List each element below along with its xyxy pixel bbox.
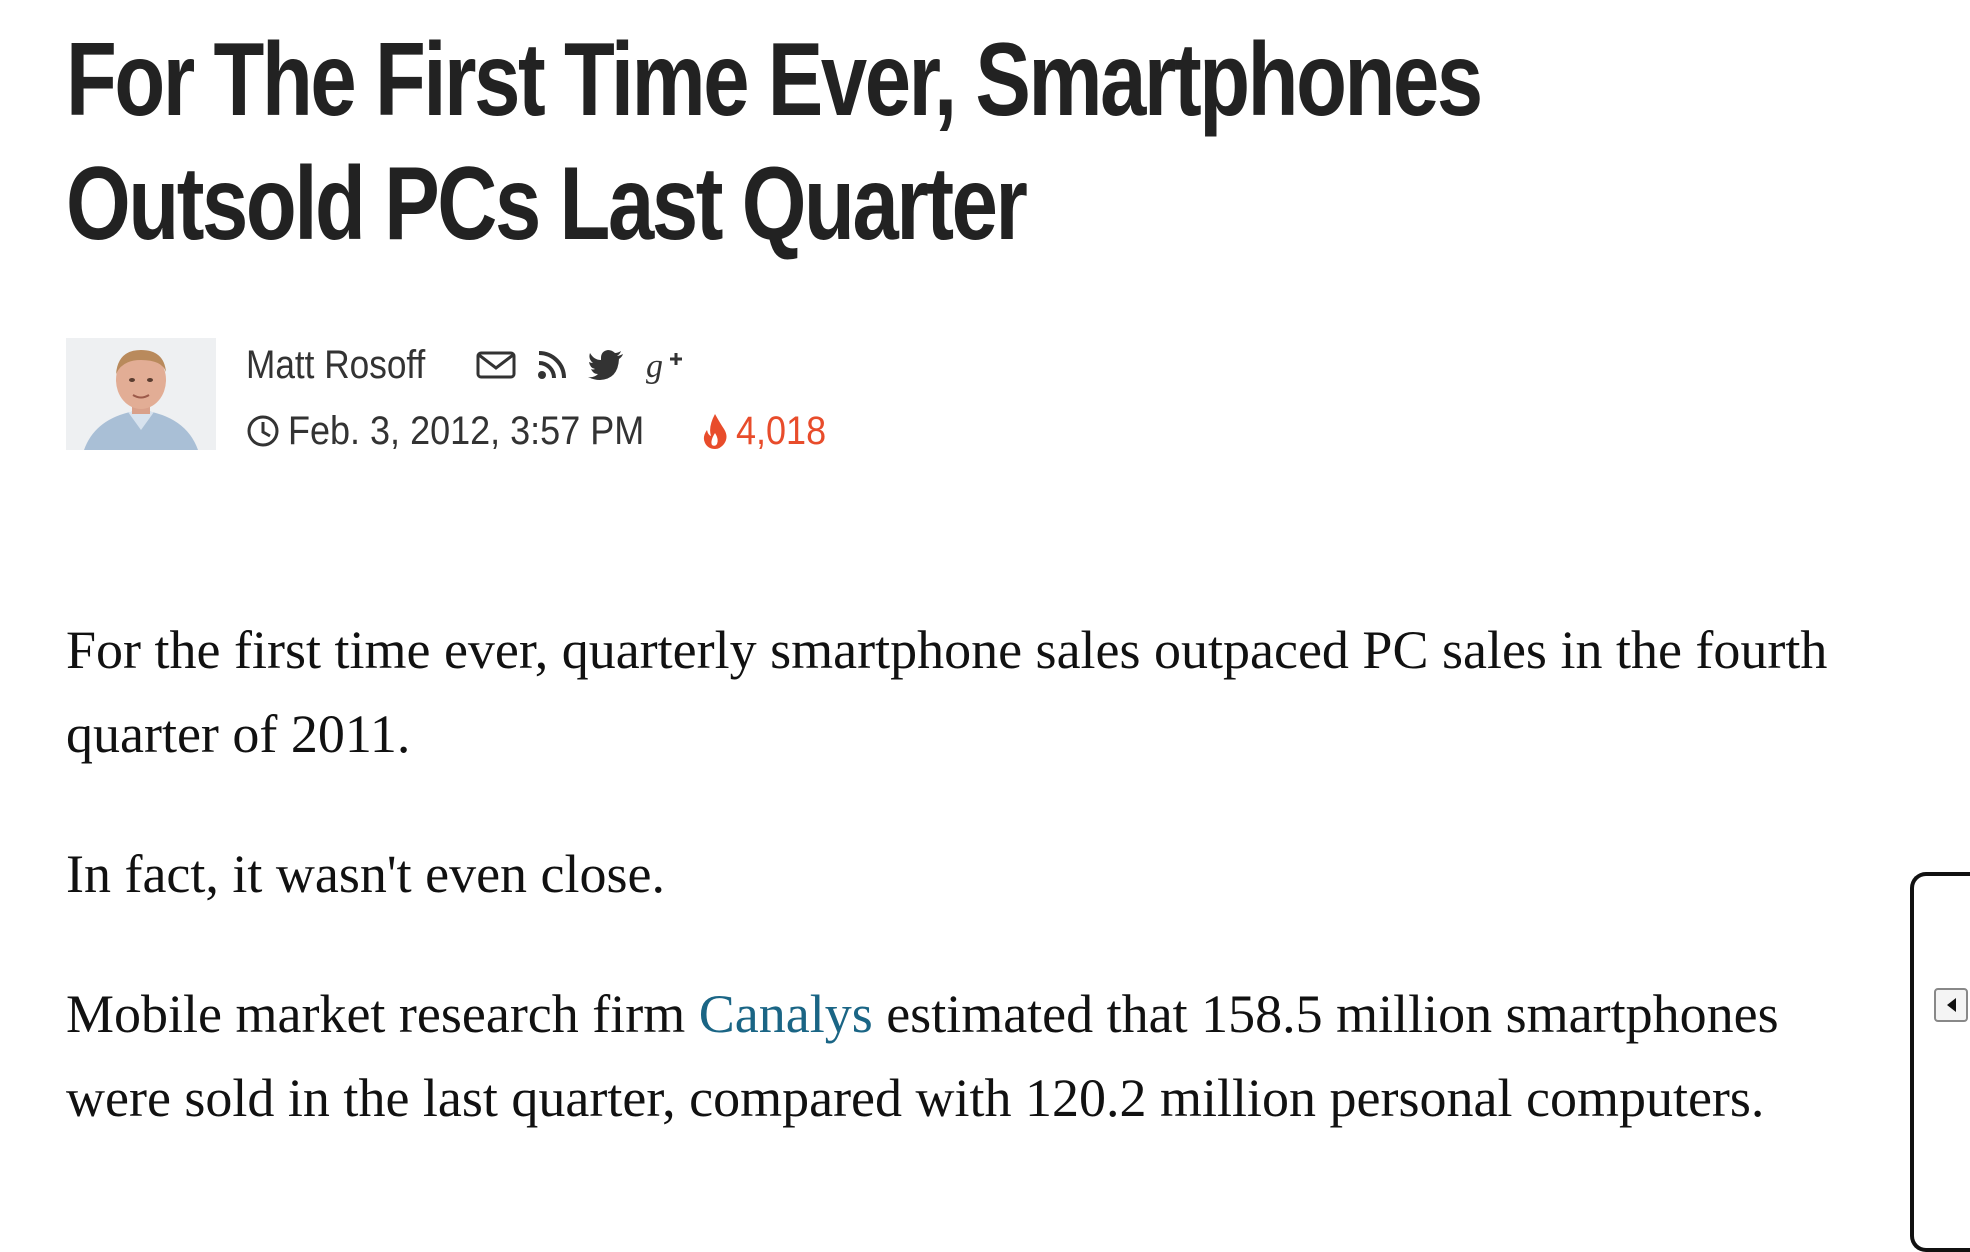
canalys-link[interactable]: Canalys bbox=[699, 984, 873, 1044]
article-body: For the first time ever, quarterly smart… bbox=[66, 608, 1896, 1140]
google-plus-icon[interactable]: g bbox=[644, 345, 684, 385]
paragraph-1: For the first time ever, quarterly smart… bbox=[66, 620, 1828, 764]
author-social-links: g bbox=[476, 345, 684, 385]
view-count: 4,018 bbox=[702, 409, 836, 454]
paragraph-3-text-start: Mobile market research firm bbox=[66, 984, 699, 1044]
twitter-icon[interactable] bbox=[588, 350, 624, 380]
article-meta: Feb. 3, 2012, 3:57 PM 4,018 bbox=[246, 405, 836, 457]
paragraph-3: Mobile market research firm Canalys esti… bbox=[66, 972, 1896, 1140]
panel-collapse-toggle[interactable] bbox=[1934, 988, 1968, 1022]
byline: Matt Rosoff g bbox=[246, 340, 684, 390]
author-photo bbox=[66, 338, 216, 450]
fire-icon bbox=[702, 413, 728, 449]
headline-line-1: For The First Time Ever, Smartphones bbox=[66, 22, 1483, 138]
author-name[interactable]: Matt Rosoff bbox=[246, 343, 434, 388]
caret-left-icon bbox=[1947, 998, 1956, 1012]
publish-date: Feb. 3, 2012, 3:57 PM bbox=[288, 408, 645, 453]
rss-icon[interactable] bbox=[536, 349, 568, 381]
side-panel bbox=[1910, 872, 1970, 1252]
svg-text:g: g bbox=[646, 348, 663, 385]
article-headline: For The First Time Ever, Smartphones Out… bbox=[66, 18, 1483, 266]
author-avatar[interactable] bbox=[66, 338, 216, 450]
headline-line-2: Outsold PCs Last Quarter bbox=[66, 146, 1028, 262]
view-count-value: 4,018 bbox=[736, 408, 827, 453]
clock-icon bbox=[246, 414, 280, 448]
paragraph-2: In fact, it wasn't even close. bbox=[66, 844, 666, 904]
mail-icon[interactable] bbox=[476, 350, 516, 380]
